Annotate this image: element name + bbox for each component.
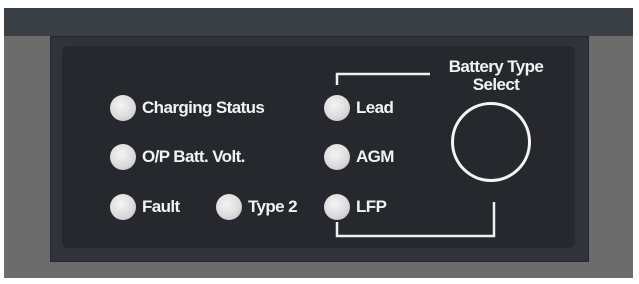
charging-status-label: Charging Status [142,98,265,117]
bracket-line-icon [335,72,496,238]
fault-label: Fault [142,197,180,216]
lead-label: Lead [356,98,394,117]
lfp-led [324,194,350,220]
charging-status-led [110,95,136,121]
battery-type-title-line2: Select [472,75,520,94]
type2-led [216,194,242,220]
op-batt-volt-led [110,144,136,170]
fault-led [110,194,136,220]
lead-led [324,95,350,121]
device-front: Charging Status O/P Batt. Volt. Fault Ty… [0,0,639,284]
battery-type-select-button[interactable] [451,102,531,182]
battery-type-title-line1: Battery Type [448,57,544,76]
type2-label: Type 2 [248,197,298,216]
agm-label: AGM [356,147,394,166]
lfp-label: LFP [356,197,387,216]
agm-led [324,144,350,170]
op-batt-volt-label: O/P Batt. Volt. [142,147,245,166]
